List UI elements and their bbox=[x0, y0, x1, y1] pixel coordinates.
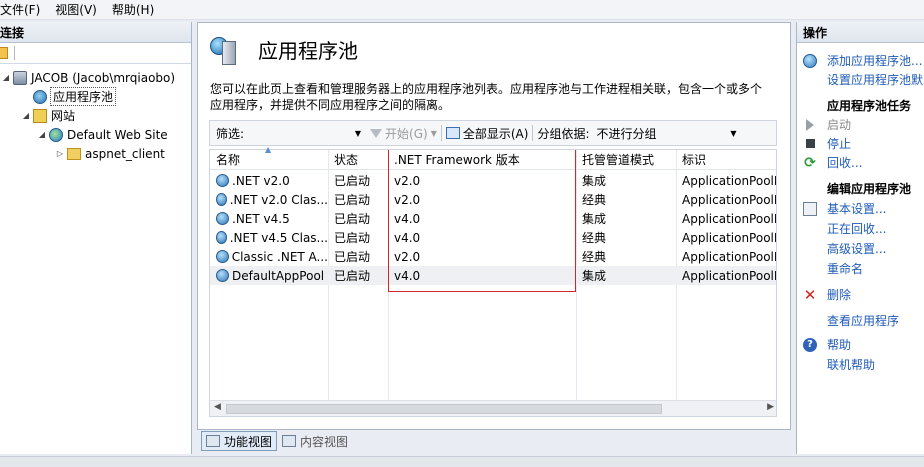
scrollbar-thumb[interactable] bbox=[226, 404, 662, 414]
menu-bar: 文件(F) 视图(V) 帮助(H) bbox=[0, 0, 924, 20]
folder-icon bbox=[67, 147, 81, 160]
app-pool-icon bbox=[216, 193, 227, 206]
tab-features-view[interactable]: 功能视图 bbox=[201, 431, 278, 451]
app-pool-icon bbox=[216, 269, 229, 282]
rename-link[interactable]: 重命名 bbox=[797, 259, 924, 278]
connections-toolbar bbox=[0, 43, 191, 64]
filter-input[interactable]: ▼ bbox=[244, 123, 366, 143]
group-by-select[interactable]: 不进行分组 ▼ bbox=[596, 123, 742, 143]
start-filter-button[interactable]: 开始(G) ▼ bbox=[370, 125, 437, 142]
chevron-down-icon: ▼ bbox=[430, 128, 437, 138]
stop-icon bbox=[806, 139, 815, 148]
menu-view[interactable]: 视图(V) bbox=[49, 1, 106, 18]
page-title: 应用程序池 bbox=[258, 39, 358, 63]
set-defaults-link[interactable]: 设置应用程序池默 bbox=[797, 70, 924, 89]
scroll-left-icon[interactable]: ◀ bbox=[214, 402, 221, 412]
play-icon bbox=[806, 118, 814, 131]
collapse-icon[interactable]: ◢ bbox=[22, 111, 30, 120]
show-all-icon bbox=[445, 127, 460, 139]
menu-file[interactable]: 文件(F) bbox=[0, 1, 49, 18]
column-header-status[interactable]: 状态 bbox=[328, 150, 388, 170]
online-help-link[interactable]: 联机帮助 bbox=[797, 355, 924, 374]
app-pool-icon bbox=[216, 174, 229, 187]
view-applications-link[interactable]: 查看应用程序 bbox=[797, 311, 924, 330]
tree-label-sites: 网站 bbox=[51, 109, 76, 123]
menu-help[interactable]: 帮助(H) bbox=[106, 1, 163, 18]
basic-settings-link[interactable]: 基本设置... bbox=[797, 199, 924, 218]
collapse-icon[interactable]: ◢ bbox=[38, 130, 46, 139]
add-app-pool-icon bbox=[803, 53, 817, 68]
advanced-settings-link[interactable]: 高级设置... bbox=[797, 239, 924, 258]
connections-header: 连接 bbox=[0, 22, 191, 43]
server-icon bbox=[13, 70, 27, 85]
chevron-down-icon: ▼ bbox=[730, 128, 737, 138]
tree-label-aspnet-client: aspnet_client bbox=[85, 146, 165, 161]
start-filter-label: 开始(G) bbox=[385, 126, 428, 141]
edit-pool-heading: 编辑应用程序池 bbox=[827, 182, 912, 196]
main-content: 应用程序池 您可以在此页上查看和管理服务器上的应用程序池列表。应用程序池与工作进… bbox=[197, 22, 791, 430]
globe-icon bbox=[49, 127, 63, 142]
column-header-pipeline[interactable]: 托管管道模式 bbox=[576, 150, 676, 170]
show-all-button[interactable]: 全部显示(A) bbox=[445, 125, 529, 142]
content-view-icon bbox=[282, 435, 297, 447]
filter-bar: 筛选: ▼ 开始(G) ▼ 全部显示(A) 分组依据: 不进行分组 ▼ bbox=[209, 120, 777, 146]
tree-node-default-site[interactable]: ◢ Default Web Site bbox=[38, 125, 168, 144]
tree-node-aspnet-client[interactable]: ▷ aspnet_client bbox=[56, 144, 165, 163]
features-view-icon bbox=[206, 435, 220, 447]
framework-version-highlight bbox=[388, 150, 576, 292]
tree-node-app-pools[interactable]: 应用程序池 bbox=[22, 87, 117, 106]
funnel-icon bbox=[370, 128, 383, 138]
toolbar-divider bbox=[14, 46, 15, 60]
stop-action[interactable]: 停止 bbox=[797, 134, 924, 153]
column-header-identity[interactable]: 标识 bbox=[676, 150, 776, 170]
chevron-down-icon: ▼ bbox=[354, 128, 362, 138]
sites-folder-icon bbox=[33, 108, 47, 123]
app-pools-table: 名称 状态 .NET Framework 版本 托管管道模式 标识 .NET v… bbox=[209, 149, 777, 417]
actions-pane: 操作 添加应用程序池... 设置应用程序池默 应用程序池任务 启动 停止 ⟳ 回… bbox=[796, 22, 924, 454]
show-all-label: 全部显示(A) bbox=[462, 126, 529, 141]
app-pool-icon bbox=[216, 250, 229, 263]
recycle-action[interactable]: ⟳ 回收... bbox=[797, 153, 924, 172]
view-tabs: 功能视图 内容视图 bbox=[201, 431, 353, 451]
pool-tasks-heading: 应用程序池任务 bbox=[827, 99, 912, 113]
collapse-icon[interactable]: ◢ bbox=[2, 73, 10, 82]
sort-ascending-icon: ▲ bbox=[265, 145, 272, 154]
tab-content-view[interactable]: 内容视图 bbox=[277, 431, 353, 451]
tree-label-app-pools: 应用程序池 bbox=[49, 87, 117, 106]
app-pool-icon bbox=[33, 89, 47, 104]
help-link[interactable]: ? 帮助 bbox=[797, 335, 924, 354]
delete-link[interactable]: ✕ 删除 bbox=[797, 285, 924, 304]
group-by-label: 分组依据: bbox=[537, 126, 590, 141]
tree-node-sites[interactable]: ◢ 网站 bbox=[22, 106, 75, 125]
open-folder-icon[interactable] bbox=[0, 47, 8, 59]
settings-page-icon bbox=[803, 201, 817, 216]
horizontal-scrollbar[interactable]: ◀ ▶ bbox=[210, 400, 776, 416]
add-app-pool-link[interactable]: 添加应用程序池... bbox=[797, 51, 924, 70]
status-bar bbox=[0, 456, 924, 467]
tree-node-server[interactable]: ◢ JACOB (Jacob\mrqiaobo) bbox=[2, 68, 175, 87]
actions-header: 操作 bbox=[797, 22, 924, 43]
tree-label-default-site: Default Web Site bbox=[67, 127, 168, 142]
tree-label-server: JACOB (Jacob\mrqiaobo) bbox=[31, 70, 176, 85]
recycle-icon: ⟳ bbox=[804, 154, 816, 171]
start-action[interactable]: 启动 bbox=[797, 115, 924, 134]
help-icon: ? bbox=[803, 337, 817, 352]
connections-pane: 连接 ◢ JACOB (Jacob\mrqiaobo) 应用程序池 ◢ 网站 ◢… bbox=[0, 22, 192, 454]
filter-label: 筛选: bbox=[216, 126, 245, 141]
page-description: 您可以在此页上查看和管理服务器上的应用程序池列表。应用程序池与工作进程相关联，包… bbox=[210, 82, 763, 112]
app-pool-icon bbox=[208, 33, 240, 65]
delete-icon: ✕ bbox=[803, 285, 817, 304]
expand-icon[interactable]: ▷ bbox=[56, 149, 64, 158]
recycling-link[interactable]: 正在回收... bbox=[797, 219, 924, 238]
app-pool-icon bbox=[216, 212, 229, 225]
app-pool-icon bbox=[216, 231, 227, 244]
scroll-right-icon[interactable]: ▶ bbox=[767, 402, 774, 412]
